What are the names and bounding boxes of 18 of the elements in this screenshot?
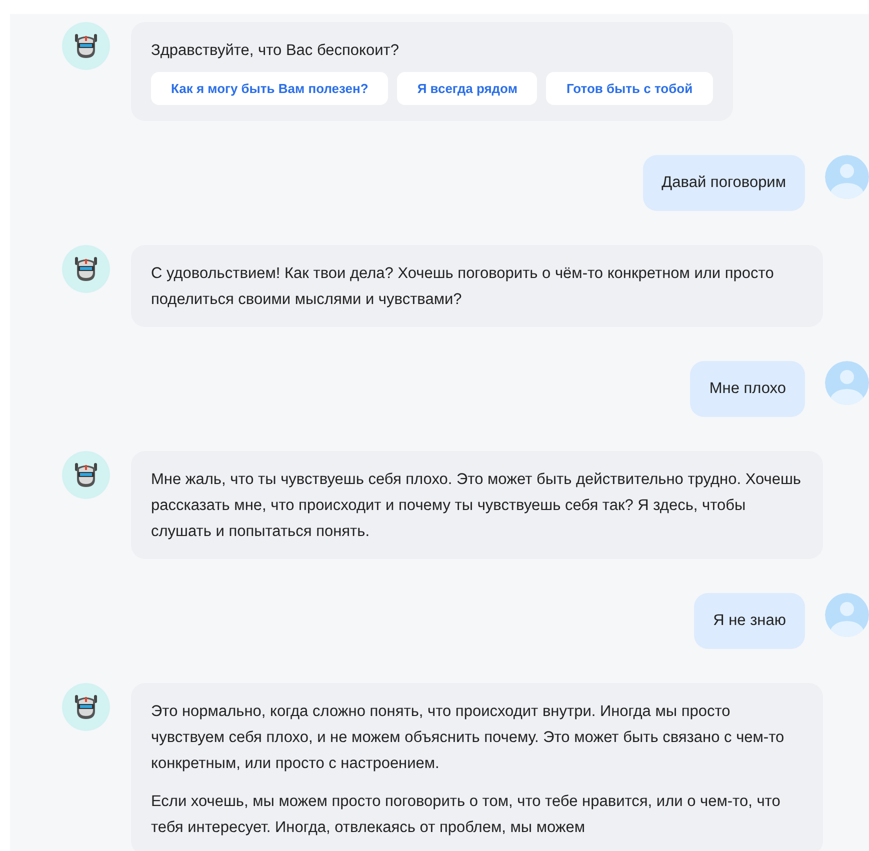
robot-icon: [62, 683, 110, 731]
message-text: Мне плохо: [709, 379, 786, 399]
message-text: Мне жаль, что ты чувствуешь себя плохо. Это может быть действительно трудно. Хочешь рассказать мне, что происходит и почему ты чувствуешь себя так? Я здесь, чтобы слушать и попытаться понять.: [151, 470, 802, 542]
message-text: Здравствуйте, что Вас беспокоит?: [151, 41, 400, 61]
message-text: Это нормально, когда сложно понять, что происходит внутри. Иногда мы просто чувствуем себя плохо, и не можем объяснить почему. Это может быть связано с чем-то конкретным, или просто с настроением.: [151, 702, 786, 774]
robot-icon: [62, 22, 110, 70]
suggestion-button[interactable]: Я всегда рядом: [397, 72, 538, 105]
user-avatar-icon: [825, 155, 869, 199]
message-text: Я не знаю: [713, 611, 786, 631]
suggestion-button[interactable]: Готов быть с тобой: [546, 72, 713, 105]
user-avatar-icon: [825, 593, 869, 637]
message-text: С удовольствием! Как твои дела? Хочешь поговорить о чём-то конкретном или просто поделиться своими мыслями и чувствами?: [151, 264, 775, 310]
suggestion-button[interactable]: Как я могу быть Вам полезен?: [151, 72, 388, 105]
robot-icon: [62, 245, 110, 293]
message-text: Если хочешь, мы можем просто поговорить о том, что тебе нравится, или о чем-то, что тебя интересует. Иногда, отвлекаясь от проблем, мы можем: [151, 792, 782, 838]
message-text: Давай поговорим: [662, 173, 786, 193]
user-avatar-icon: [825, 361, 869, 405]
robot-icon: [62, 451, 110, 499]
